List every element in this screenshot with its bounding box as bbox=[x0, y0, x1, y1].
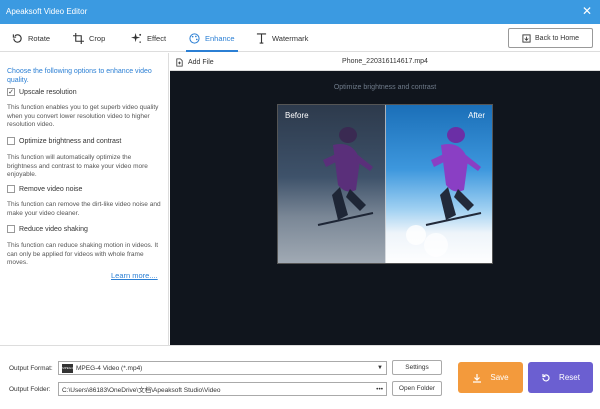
option-label: Upscale resolution bbox=[19, 88, 77, 96]
option-upscale-resolution[interactable]: ✓ Upscale resolution bbox=[7, 88, 77, 96]
option-label: Reduce video shaking bbox=[19, 225, 88, 233]
save-button[interactable]: Save bbox=[458, 362, 523, 393]
tab-crop[interactable]: Crop bbox=[73, 24, 105, 52]
option-description: This function enables you to get superb … bbox=[7, 104, 159, 128]
option-description: This function can reduce shaking motion … bbox=[7, 242, 159, 266]
option-optimize-brightness[interactable]: Optimize brightness and contrast bbox=[7, 137, 121, 145]
option-remove-noise[interactable]: Remove video noise bbox=[7, 185, 82, 193]
save-icon bbox=[473, 373, 482, 383]
rotate-icon bbox=[12, 33, 22, 43]
before-image bbox=[278, 105, 386, 263]
window-title: Apeaksoft Video Editor bbox=[6, 7, 88, 16]
tab-label: Enhance bbox=[205, 33, 235, 43]
option-description: This function can remove the dirt-like v… bbox=[7, 201, 161, 217]
output-bar: Output Format: MPEG4 MPEG-4 Video (*.mp4… bbox=[0, 345, 600, 409]
title-bar: Apeaksoft Video Editor ✕ bbox=[0, 0, 600, 24]
checkbox-icon[interactable] bbox=[7, 137, 15, 145]
reset-icon bbox=[542, 373, 550, 381]
checkbox-checked-icon[interactable]: ✓ bbox=[7, 88, 15, 96]
reset-label: Reset bbox=[559, 373, 580, 382]
tab-rotate[interactable]: Rotate bbox=[12, 24, 50, 52]
tab-label: Watermark bbox=[272, 33, 309, 43]
output-format-value: MPEG-4 Video (*.mp4) bbox=[76, 364, 143, 372]
tab-label: Effect bbox=[147, 33, 167, 43]
option-description: This function will automatically optimiz… bbox=[7, 154, 148, 178]
home-icon bbox=[522, 33, 531, 43]
output-folder-label: Output Folder: bbox=[9, 386, 51, 393]
save-label: Save bbox=[490, 373, 509, 382]
file-name: Phone_220316114617.mp4 bbox=[342, 58, 428, 65]
after-label: After bbox=[468, 111, 485, 120]
output-folder-value: C:\Users\86183\OneDrive\文档\Apeaksoft Stu… bbox=[62, 387, 221, 394]
close-icon[interactable]: ✕ bbox=[582, 4, 592, 18]
learn-more-link[interactable]: Learn more.... bbox=[111, 271, 158, 280]
tab-watermark[interactable]: Watermark bbox=[256, 24, 308, 52]
after-image bbox=[386, 105, 492, 263]
back-to-home-label: Back to Home bbox=[535, 34, 579, 42]
option-reduce-shaking[interactable]: Reduce video shaking bbox=[7, 225, 88, 233]
tab-label: Rotate bbox=[28, 33, 51, 43]
tab-bar: Rotate Crop Effect Enhance Watermark Bac… bbox=[0, 24, 600, 52]
output-folder-input[interactable]: C:\Users\86183\OneDrive\文档\Apeaksoft Stu… bbox=[58, 382, 387, 396]
crop-icon bbox=[73, 32, 84, 44]
preview-panel: Add File Phone_220316114617.mp4 Optimize… bbox=[170, 53, 600, 345]
skier-silhouette bbox=[406, 127, 482, 257]
tab-enhance[interactable]: Enhance bbox=[186, 24, 238, 52]
before-after-preview: Before After bbox=[277, 104, 493, 264]
enhance-intro: Choose the following options to enhance … bbox=[7, 68, 152, 84]
checkbox-icon[interactable] bbox=[7, 185, 15, 193]
option-label: Optimize brightness and contrast bbox=[19, 137, 122, 145]
skier-silhouette bbox=[317, 127, 374, 226]
back-to-home-button[interactable]: Back to Home bbox=[508, 28, 593, 48]
open-folder-button[interactable]: Open Folder bbox=[392, 381, 442, 396]
option-label: Remove video noise bbox=[19, 185, 83, 193]
settings-button[interactable]: Settings bbox=[392, 360, 442, 375]
browse-icon[interactable]: ••• bbox=[376, 386, 383, 393]
reset-button[interactable]: Reset bbox=[528, 362, 593, 393]
preview-divider[interactable] bbox=[385, 105, 386, 263]
tab-effect[interactable]: Effect bbox=[131, 24, 166, 52]
enhance-options-panel: Choose the following options to enhance … bbox=[0, 53, 169, 345]
tab-label: Crop bbox=[89, 33, 106, 43]
before-label: Before bbox=[285, 111, 309, 120]
checkbox-icon[interactable] bbox=[7, 225, 15, 233]
chevron-down-icon: ▼ bbox=[377, 365, 383, 371]
effect-icon bbox=[131, 32, 142, 43]
preview-toolbar: Add File Phone_220316114617.mp4 bbox=[170, 53, 600, 71]
output-format-select[interactable]: MPEG4 MPEG-4 Video (*.mp4) ▼ bbox=[58, 361, 387, 375]
preview-hint: Optimize brightness and contrast bbox=[333, 84, 437, 91]
text-icon bbox=[256, 32, 267, 44]
palette-icon bbox=[189, 32, 200, 44]
mp4-format-icon: MPEG4 bbox=[62, 363, 73, 373]
output-format-label: Output Format: bbox=[9, 365, 53, 372]
